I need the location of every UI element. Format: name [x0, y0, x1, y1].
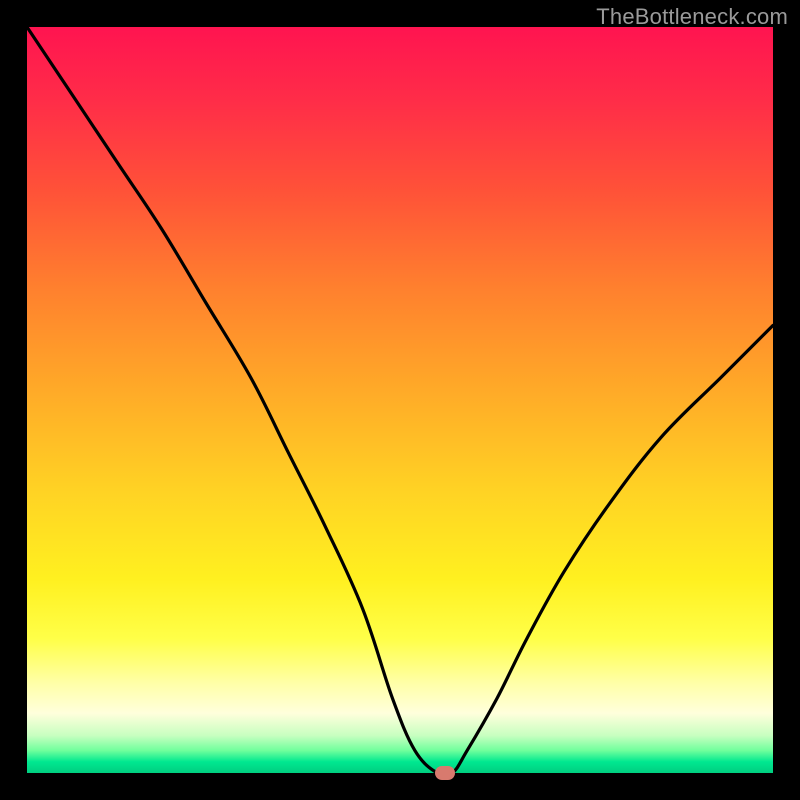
plot-area — [27, 27, 773, 773]
bottleneck-curve — [27, 27, 773, 773]
chart-frame: TheBottleneck.com — [0, 0, 800, 800]
watermark-text: TheBottleneck.com — [596, 4, 788, 30]
optimum-marker — [435, 766, 455, 780]
